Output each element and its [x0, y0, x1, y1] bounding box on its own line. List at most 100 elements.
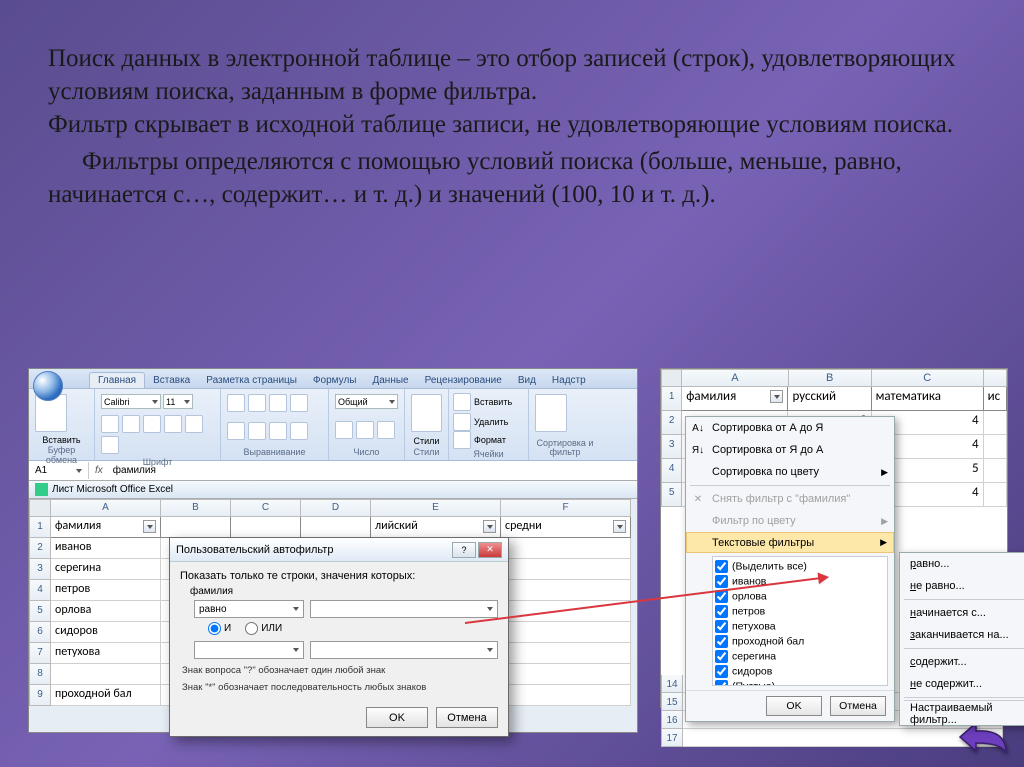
ribbon-tab-data[interactable]: Данные — [364, 373, 416, 388]
cell[interactable] — [501, 622, 631, 643]
filter-dropdown-button[interactable] — [483, 520, 496, 533]
menu-text-filters[interactable]: Текстовые фильтры▶ — [686, 532, 894, 553]
header-cell[interactable] — [161, 517, 231, 538]
cell[interactable] — [501, 559, 631, 580]
filter-dropdown-button[interactable] — [770, 390, 783, 403]
dialog-ok-button[interactable]: OK — [366, 707, 428, 728]
header-cell[interactable]: средни — [501, 517, 631, 538]
submenu-item[interactable]: равно... — [900, 553, 1024, 575]
ribbon-tab-pagelayout[interactable]: Разметка страницы — [198, 373, 305, 388]
filter-dropdown-button[interactable] — [143, 520, 156, 533]
font-name-combo[interactable]: Calibri — [101, 394, 161, 409]
menu-sort-az[interactable]: A↓ Сортировка от А до Я — [686, 417, 894, 439]
cell[interactable]: сидоров — [51, 622, 161, 643]
col-header[interactable] — [984, 369, 1007, 387]
submenu-item[interactable]: заканчивается на... — [900, 624, 1024, 646]
row-header[interactable]: 6 — [29, 622, 51, 643]
select-all-corner[interactable] — [29, 499, 51, 517]
cell[interactable] — [501, 580, 631, 601]
row-header[interactable]: 4 — [661, 459, 682, 483]
header-cell[interactable]: русский — [788, 387, 871, 411]
italic-icon[interactable] — [122, 415, 140, 433]
header-cell[interactable] — [231, 517, 301, 538]
align-left-icon[interactable] — [227, 422, 245, 440]
col-header[interactable]: C — [872, 369, 984, 387]
sort-filter-icon[interactable] — [535, 394, 567, 432]
submenu-item[interactable]: начинается с... — [900, 602, 1024, 624]
ribbon-tab-view[interactable]: Вид — [510, 373, 544, 388]
align-bot-icon[interactable] — [269, 394, 287, 412]
filter-check-item[interactable]: петров — [715, 604, 885, 619]
menu-sort-by-color[interactable]: Сортировка по цвету▶ — [686, 461, 894, 483]
cell[interactable] — [501, 685, 631, 706]
filter-check-item[interactable]: сидоров — [715, 664, 885, 679]
col-header[interactable]: E — [371, 499, 501, 517]
name-box[interactable]: A1 — [29, 462, 89, 479]
ribbon-tab-formulas[interactable]: Формулы — [305, 373, 365, 388]
insert-cell-icon[interactable] — [453, 393, 471, 411]
formula-value[interactable]: фамилия — [109, 465, 160, 476]
cell[interactable] — [984, 411, 1007, 435]
row-header[interactable]: 14 — [661, 675, 683, 693]
select-all-corner[interactable] — [661, 369, 682, 387]
format-cell-icon[interactable] — [453, 431, 471, 449]
ribbon-tab-home[interactable]: Главная — [89, 372, 145, 388]
row-header[interactable]: 7 — [29, 643, 51, 664]
filter-checkbox-list[interactable]: (Выделить все)ивановорловапетровпетухова… — [712, 556, 888, 686]
wrap-icon[interactable] — [290, 394, 308, 412]
styles-icon[interactable] — [411, 394, 442, 432]
filter-dropdown-button[interactable] — [613, 520, 626, 533]
cell[interactable] — [683, 729, 1003, 747]
cell[interactable] — [984, 483, 1007, 507]
header-cell[interactable]: ис — [984, 387, 1007, 411]
col-header[interactable]: D — [301, 499, 371, 517]
filter-check-item[interactable]: (Пустые) — [715, 679, 885, 686]
filter-check-item[interactable]: серегина — [715, 649, 885, 664]
col-header[interactable]: A — [682, 369, 788, 387]
fill-color-icon[interactable] — [185, 415, 203, 433]
submenu-item[interactable]: не содержит... — [900, 673, 1024, 695]
office-button[interactable] — [33, 371, 63, 401]
cell[interactable]: иванов — [51, 538, 161, 559]
number-format-combo[interactable]: Общий — [335, 394, 398, 409]
dialog-help-button[interactable]: ? — [452, 542, 476, 558]
row-header[interactable]: 16 — [661, 711, 683, 729]
merge-icon[interactable] — [290, 422, 308, 440]
row-header[interactable]: 3 — [661, 435, 682, 459]
val2-combo[interactable] — [310, 641, 498, 659]
delete-cell-icon[interactable] — [453, 413, 471, 431]
row-header[interactable]: 2 — [29, 538, 51, 559]
row-header[interactable]: 4 — [29, 580, 51, 601]
col-header[interactable]: B — [161, 499, 231, 517]
cell[interactable]: орлова — [51, 601, 161, 622]
align-center-icon[interactable] — [248, 422, 266, 440]
row-header[interactable]: 1 — [29, 517, 51, 538]
cell[interactable] — [501, 664, 631, 685]
cell[interactable]: проходной бал — [51, 685, 161, 706]
row-header[interactable]: 15 — [661, 693, 683, 711]
font-size-combo[interactable]: 11 — [163, 394, 193, 409]
col-header[interactable]: A — [51, 499, 161, 517]
cell[interactable] — [984, 435, 1007, 459]
submenu-item[interactable]: Настраиваемый фильтр... — [900, 703, 1024, 725]
align-mid-icon[interactable] — [248, 394, 266, 412]
filter-check-item[interactable]: проходной бал — [715, 634, 885, 649]
fx-icon[interactable]: fx — [89, 465, 109, 476]
row-header[interactable]: 1 — [661, 387, 682, 411]
cell[interactable] — [501, 538, 631, 559]
filter-ok-button[interactable]: OK — [766, 696, 822, 716]
op1-combo[interactable]: равно — [194, 600, 304, 618]
cell[interactable]: петухова — [51, 643, 161, 664]
header-cell[interactable]: фамилия — [682, 387, 788, 411]
bold-icon[interactable] — [101, 415, 119, 433]
col-header[interactable]: C — [231, 499, 301, 517]
op2-combo[interactable] — [194, 641, 304, 659]
row-header[interactable]: 17 — [661, 729, 683, 747]
currency-icon[interactable] — [335, 421, 353, 439]
align-top-icon[interactable] — [227, 394, 245, 412]
cell[interactable] — [501, 643, 631, 664]
dialog-titlebar[interactable]: Пользовательский автофильтр ? ✕ — [170, 538, 508, 562]
percent-icon[interactable] — [356, 421, 374, 439]
row-header[interactable]: 5 — [29, 601, 51, 622]
dialog-close-button[interactable]: ✕ — [478, 542, 502, 558]
